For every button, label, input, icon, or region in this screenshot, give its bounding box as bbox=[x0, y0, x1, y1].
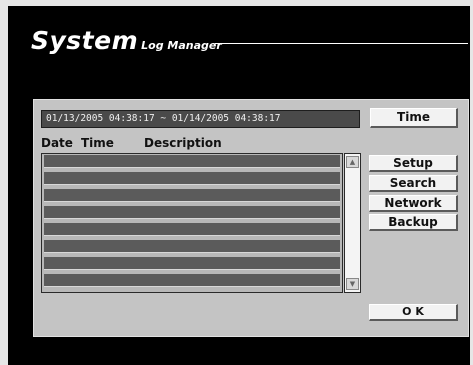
date-range-field[interactable]: 01/13/2005 04:38:17 ~ 01/14/2005 04:38:1… bbox=[41, 110, 360, 128]
network-button[interactable]: Network bbox=[369, 195, 458, 212]
search-button[interactable]: Search bbox=[369, 175, 458, 192]
screen: System Log Manager 01/13/2005 04:38:17 ~ … bbox=[0, 0, 473, 365]
time-button[interactable]: Time bbox=[370, 108, 458, 128]
table-row[interactable] bbox=[44, 240, 340, 253]
log-list bbox=[41, 153, 343, 293]
table-row[interactable] bbox=[44, 189, 340, 202]
frame-left bbox=[0, 0, 8, 365]
setup-button[interactable]: Setup bbox=[369, 155, 458, 172]
table-row[interactable] bbox=[44, 257, 340, 270]
column-header-time: Time bbox=[81, 136, 114, 150]
scroll-up-icon[interactable]: ▲ bbox=[346, 156, 359, 168]
title-main: System bbox=[31, 26, 139, 55]
table-row[interactable] bbox=[44, 172, 340, 185]
page-title: System Log Manager bbox=[31, 26, 222, 55]
ok-button[interactable]: O K bbox=[369, 304, 458, 321]
title-sub: Log Manager bbox=[141, 39, 222, 52]
table-row[interactable] bbox=[44, 274, 340, 287]
backup-button[interactable]: Backup bbox=[369, 214, 458, 231]
column-header-date: Date bbox=[41, 136, 73, 150]
scroll-down-icon[interactable]: ▼ bbox=[346, 278, 359, 290]
table-row[interactable] bbox=[44, 223, 340, 236]
table-row[interactable] bbox=[44, 206, 340, 219]
title-underline bbox=[215, 43, 468, 44]
log-scrollbar[interactable]: ▲ ▼ bbox=[344, 153, 361, 293]
column-header-description: Description bbox=[144, 136, 222, 150]
table-row[interactable] bbox=[44, 155, 340, 168]
frame-top bbox=[0, 0, 473, 6]
